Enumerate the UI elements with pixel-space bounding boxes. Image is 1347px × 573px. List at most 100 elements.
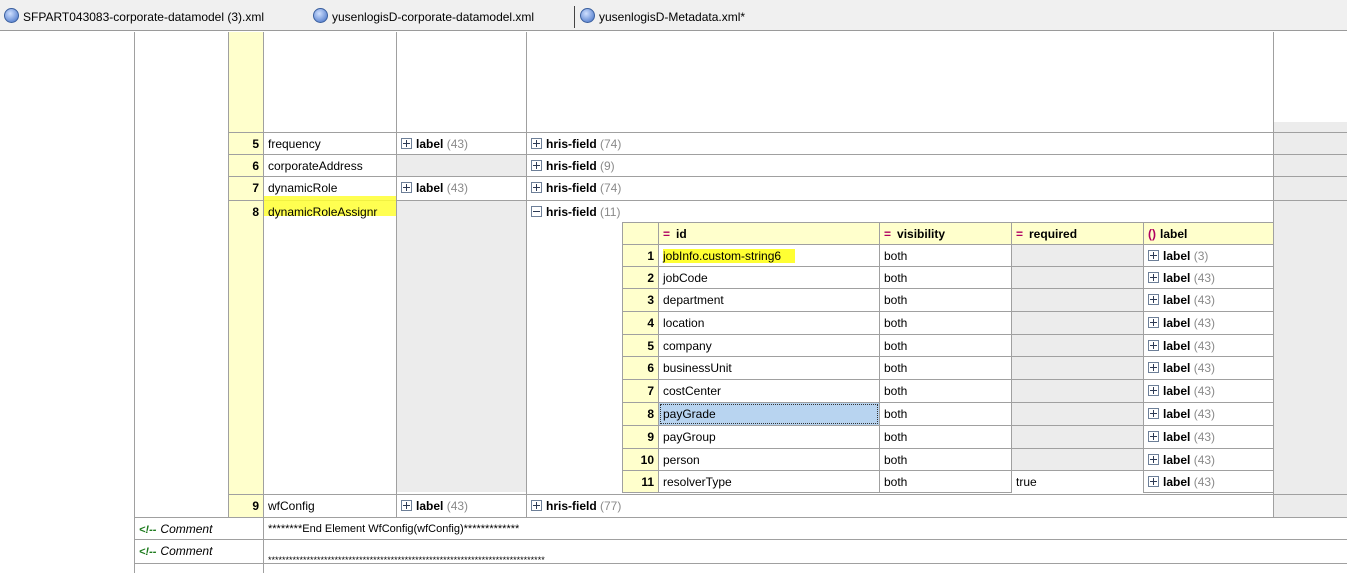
visibility-cell[interactable]: both (880, 267, 1011, 289)
column-header-required[interactable]: = required (1012, 223, 1143, 245)
comment-text[interactable]: ****************************************… (264, 554, 1347, 568)
label-collapsed-cell[interactable]: label (3) (1144, 245, 1273, 267)
visibility-cell[interactable]: both (880, 471, 1011, 493)
xml-file-icon (313, 8, 328, 23)
visibility-cell[interactable]: both (880, 289, 1011, 311)
hris-field-collapsed-cell[interactable]: hris-field (9) (527, 155, 1273, 177)
expand-icon[interactable] (1148, 272, 1159, 283)
required-cell[interactable]: true (1012, 471, 1143, 493)
required-cell[interactable] (1012, 357, 1143, 379)
expand-icon[interactable] (1148, 431, 1159, 442)
visibility-cell[interactable]: both (880, 449, 1011, 471)
label-collapsed-cell[interactable]: label (43) (1144, 335, 1273, 357)
expand-icon[interactable] (1148, 362, 1159, 373)
id-cell[interactable]: department (659, 289, 879, 311)
visibility-cell[interactable]: both (880, 426, 1011, 448)
label-collapsed-cell[interactable]: label (43) (1144, 380, 1273, 402)
visibility-cell[interactable]: both (880, 245, 1011, 267)
tab-sfpart-datamodel[interactable]: SFPART043083-corporate-datamodel (3).xml (4, 8, 264, 26)
visibility-cell[interactable]: both (880, 380, 1011, 402)
hris-field-collapsed-cell[interactable]: hris-field (74) (527, 133, 1273, 155)
id-cell-selected[interactable]: payGrade (659, 403, 879, 425)
inner-row-number: 8 (647, 407, 654, 421)
expand-icon[interactable] (1148, 250, 1159, 261)
label-collapsed-cell[interactable]: label (43) (1144, 289, 1273, 311)
column-header-visibility[interactable]: = visibility (880, 223, 1011, 245)
visibility-cell[interactable]: both (880, 403, 1011, 425)
label-collapsed-cell[interactable]: label (43) (1144, 267, 1273, 289)
label-text: label (1163, 407, 1191, 421)
hris-field-expanded-cell[interactable]: hris-field (11) (527, 201, 1273, 223)
element-name-cell[interactable]: corporateAddress (264, 155, 396, 177)
expand-icon[interactable] (1148, 340, 1159, 351)
expand-icon[interactable] (531, 138, 542, 149)
id-cell[interactable]: company (659, 335, 879, 357)
column-header-label[interactable]: () label (1144, 223, 1273, 245)
expand-icon[interactable] (401, 500, 412, 511)
required-cell[interactable] (1012, 312, 1143, 334)
expand-icon[interactable] (531, 500, 542, 511)
label-collapsed-cell[interactable]: label (43) (1144, 426, 1273, 448)
expand-icon[interactable] (1148, 317, 1159, 328)
required-cell[interactable] (1012, 380, 1143, 402)
id-cell[interactable]: payGroup (659, 426, 879, 448)
id-cell[interactable]: businessUnit (659, 357, 879, 379)
label-collapsed-cell[interactable]: label (43) (397, 177, 526, 199)
expand-icon[interactable] (1148, 294, 1159, 305)
empty-cell (396, 200, 526, 492)
hris-field-collapsed-cell[interactable]: hris-field (77) (527, 495, 1273, 517)
label-text: label (1163, 475, 1191, 489)
tab-yusenlogis-metadata[interactable]: yusenlogisD-Metadata.xml* (580, 8, 745, 26)
id-value: businessUnit (663, 361, 732, 375)
required-cell[interactable] (1012, 335, 1143, 357)
visibility-cell[interactable]: both (880, 335, 1011, 357)
label-collapsed-cell[interactable]: label (43) (1144, 312, 1273, 334)
expand-icon[interactable] (531, 182, 542, 193)
id-cell[interactable]: resolverType (659, 471, 879, 493)
hris-field-collapsed-cell[interactable]: hris-field (74) (527, 177, 1273, 199)
expand-icon[interactable] (1148, 408, 1159, 419)
id-cell[interactable]: person (659, 449, 879, 471)
xml-file-icon (4, 8, 19, 23)
element-name-cell[interactable]: wfConfig (264, 495, 396, 517)
expand-icon[interactable] (401, 138, 412, 149)
label-collapsed-cell[interactable]: label (43) (1144, 357, 1273, 379)
required-cell[interactable] (1012, 245, 1143, 267)
required-cell[interactable] (1012, 267, 1143, 289)
label-collapsed-cell[interactable]: label (43) (1144, 403, 1273, 425)
comment-text[interactable]: ********End Element WfConfig(wfConfig)**… (264, 518, 1347, 540)
column-header-id[interactable]: = id (659, 223, 879, 245)
id-value: costCenter (663, 384, 722, 398)
id-cell[interactable]: costCenter (659, 380, 879, 402)
visibility-cell[interactable]: both (880, 312, 1011, 334)
label-count: (43) (1193, 361, 1216, 375)
id-cell[interactable]: location (659, 312, 879, 334)
inner-row-number: 6 (647, 361, 654, 375)
tab-yusenlogis-datamodel[interactable]: yusenlogisD-corporate-datamodel.xml (313, 8, 534, 26)
required-cell[interactable] (1012, 403, 1143, 425)
expand-icon[interactable] (1148, 385, 1159, 396)
id-cell[interactable]: jobCode (659, 267, 879, 289)
label-collapsed-cell[interactable]: label (43) (397, 495, 526, 517)
label-text: label (1163, 361, 1191, 375)
expand-icon[interactable] (1148, 476, 1159, 487)
label-collapsed-cell[interactable]: label (43) (1144, 471, 1273, 493)
label-collapsed-cell[interactable]: label (43) (397, 133, 526, 155)
id-value: person (663, 453, 700, 467)
xml-file-icon (580, 8, 595, 23)
expand-icon[interactable] (531, 160, 542, 171)
visibility-cell[interactable]: both (880, 357, 1011, 379)
collapse-icon[interactable] (531, 206, 542, 217)
element-name-cell[interactable]: dynamicRoleAssignr (264, 201, 396, 223)
required-cell[interactable] (1012, 449, 1143, 471)
element-name-cell[interactable]: frequency (264, 133, 396, 155)
required-cell[interactable] (1012, 426, 1143, 448)
id-cell[interactable]: jobInfo.custom-string6 (659, 245, 879, 267)
required-cell[interactable] (1012, 289, 1143, 311)
id-value: resolverType (663, 475, 732, 489)
id-value: payGrade (663, 407, 716, 421)
expand-icon[interactable] (1148, 454, 1159, 465)
expand-icon[interactable] (401, 182, 412, 193)
label-collapsed-cell[interactable]: label (43) (1144, 449, 1273, 471)
label-text: label (1163, 293, 1191, 307)
